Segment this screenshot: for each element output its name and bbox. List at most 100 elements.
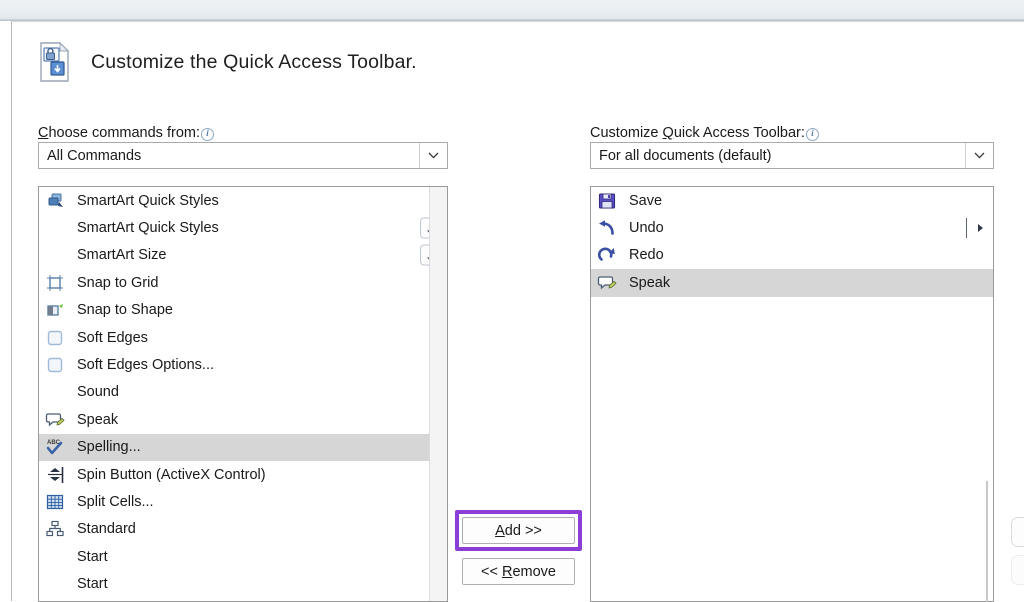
list-item-label: SmartArt Quick Styles <box>77 192 219 209</box>
list-item-label: Undo <box>629 220 664 237</box>
choose-commands-from-dropdown-button[interactable] <box>419 143 447 168</box>
list-item[interactable]: Standard <box>39 516 447 543</box>
list-item[interactable]: Undo <box>591 214 993 241</box>
choose-commands-from-value: All Commands <box>47 147 142 164</box>
submenu-arrow-icon <box>978 224 983 233</box>
smartart-styles-icon <box>48 193 63 207</box>
list-item[interactable]: ABC Spelling... <box>39 433 447 461</box>
spin-button-icon <box>45 465 67 485</box>
list-item-label: Snap to Shape <box>77 302 173 319</box>
split-cells-icon <box>45 492 67 512</box>
window-top-strip <box>0 0 1024 19</box>
chevron-down-icon <box>428 152 439 159</box>
no-icon-spacer <box>45 218 67 238</box>
list-item[interactable]: Snap to Shape <box>39 297 447 324</box>
add-button[interactable]: Add >> <box>462 517 575 544</box>
customize-qat-text: uick Access Toolbar: <box>673 125 805 141</box>
quick-access-toolbar-listbox[interactable]: Save Undo Redo Speak <box>590 186 994 602</box>
available-commands-listbox[interactable]: SmartArt Quick Styles SmartArt Quick Styl… <box>38 186 448 602</box>
available-commands-scrollbar[interactable] <box>429 187 447 601</box>
list-item-label: Soft Edges <box>77 329 148 346</box>
speak-icon <box>45 413 65 427</box>
list-item-label: Spin Button (ActiveX Control) <box>77 466 266 483</box>
remove-button[interactable]: << Remove <box>462 558 575 585</box>
list-item[interactable]: Snap to Grid <box>39 269 447 296</box>
soft-edges-icon <box>45 355 67 375</box>
choose-commands-mnemonic: C <box>38 125 49 141</box>
undo-arrow-icon <box>599 220 614 235</box>
speak-icon <box>597 273 619 293</box>
list-item-label: SmartArt Size <box>77 247 167 264</box>
speak-icon <box>597 276 617 290</box>
list-item-label: Start <box>77 576 108 593</box>
right-pane-divider <box>986 481 988 602</box>
redo-arrow-icon <box>597 248 615 262</box>
list-item[interactable]: Soft Edges <box>39 324 447 351</box>
list-item[interactable]: Start <box>39 570 447 597</box>
no-icon-spacer <box>45 382 67 402</box>
info-icon[interactable]: i <box>201 128 214 141</box>
page-title: Customize the Quick Access Toolbar. <box>91 50 417 73</box>
chevron-down-icon <box>974 152 985 159</box>
soft-edges-icon <box>45 328 67 348</box>
list-item[interactable]: Redo <box>591 242 993 269</box>
customize-quick-access-toolbar-label: Customize Quick Access Toolbar: i <box>590 125 819 141</box>
customize-qat-mnemonic: Q <box>662 125 674 141</box>
quick-access-toolbar-list[interactable]: Save Undo Redo Speak <box>591 187 993 601</box>
snap-to-shape-icon <box>45 300 67 320</box>
add-button-mnemonic: A <box>495 522 505 539</box>
list-item-label: Speak <box>629 274 671 291</box>
list-item-label: Start <box>77 548 108 565</box>
spelling-icon: ABC <box>46 440 63 455</box>
list-item[interactable]: Save <box>591 187 993 214</box>
list-item-label: SmartArt Quick Styles <box>77 220 219 237</box>
move-down-button[interactable] <box>1011 555 1024 585</box>
list-item-label: Snap to Grid <box>77 274 159 291</box>
save-disk-icon <box>598 193 616 209</box>
list-item[interactable]: Start <box>39 543 447 570</box>
list-item[interactable]: Sound <box>39 379 447 406</box>
remove-button-prefix: << <box>481 563 502 580</box>
list-item-label: Spelling... <box>77 439 141 456</box>
speak-icon <box>45 410 67 430</box>
standard-org-icon <box>45 519 67 539</box>
list-item[interactable]: Spin Button (ActiveX Control) <box>39 461 447 488</box>
list-item[interactable]: Speak <box>591 269 993 297</box>
list-item[interactable]: Speak <box>39 406 447 433</box>
list-item-label: Redo <box>629 247 664 264</box>
list-item[interactable]: Split Cells... <box>39 488 447 515</box>
customize-quick-access-toolbar-dialog: Customize the Quick Access Toolbar. Choo… <box>11 21 1024 602</box>
standard-org-icon <box>46 521 64 537</box>
snap-to-grid-icon <box>47 274 63 291</box>
spin-button-icon <box>48 466 64 483</box>
no-icon-spacer <box>45 574 67 594</box>
no-icon-spacer <box>45 245 67 265</box>
list-item-label: Save <box>629 192 663 209</box>
remove-button-label: << Remove <box>481 564 556 580</box>
separator-marker <box>965 218 967 238</box>
spelling-icon: ABC <box>45 437 67 457</box>
add-button-rest: dd >> <box>504 522 542 539</box>
available-commands-list[interactable]: SmartArt Quick Styles SmartArt Quick Styl… <box>39 187 447 601</box>
smartart-styles-icon <box>45 191 67 211</box>
list-item[interactable]: Soft Edges Options... <box>39 351 447 378</box>
list-item[interactable]: SmartArt Quick Styles <box>39 187 447 214</box>
info-icon[interactable]: i <box>805 128 819 141</box>
list-item[interactable]: SmartArt Quick Styles <box>39 214 447 241</box>
list-item-label: Split Cells... <box>77 493 154 510</box>
split-cells-icon <box>46 494 64 510</box>
choose-commands-from-label: Choose commands from: i <box>38 125 214 141</box>
list-item-label: Soft Edges Options... <box>77 357 215 374</box>
customize-qat-scope-dropdown-button[interactable] <box>965 143 993 168</box>
add-button-label: Add >> <box>495 523 542 539</box>
list-item[interactable]: SmartArt Size <box>39 242 447 269</box>
list-item-label: Sound <box>77 384 119 401</box>
redo-arrow-icon <box>597 245 619 265</box>
choose-commands-from-combo[interactable]: All Commands <box>38 142 448 169</box>
undo-arrow-icon <box>597 218 619 238</box>
customize-qat-scope-combo[interactable]: For all documents (default) <box>590 142 994 169</box>
soft-edges-icon <box>47 357 63 373</box>
move-up-button[interactable] <box>1011 517 1024 547</box>
dialog-header: Customize the Quick Access Toolbar. <box>38 41 417 83</box>
snap-to-shape-icon <box>47 304 63 316</box>
